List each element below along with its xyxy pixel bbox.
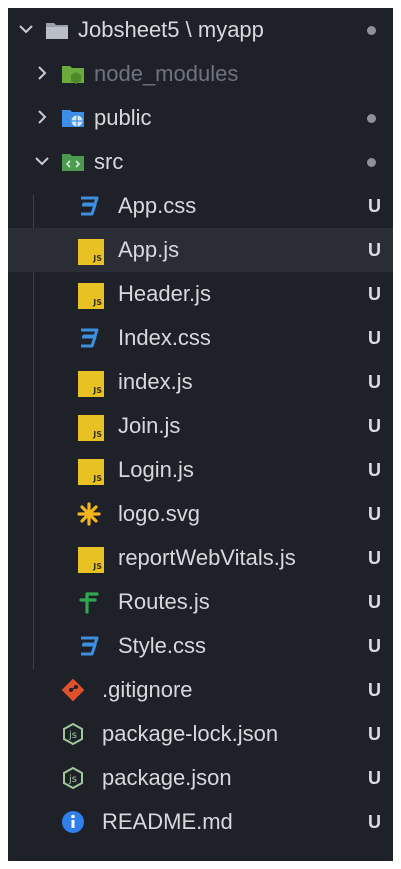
root-folder-row[interactable]: Jobsheet5 \ myapp: [8, 8, 393, 52]
tree-item-label: public: [94, 105, 152, 130]
untracked-status: U: [368, 768, 381, 788]
css-icon: [81, 196, 99, 216]
root-folder-label: Jobsheet5 \ myapp: [78, 17, 264, 42]
tree-item-label: README.md: [102, 809, 233, 834]
tree-item-style-css[interactable]: Style.css U: [8, 624, 393, 668]
tree-item-gitignore[interactable]: .gitignore U: [8, 668, 393, 712]
status-dot: [367, 158, 376, 167]
chevron-right-icon: [38, 66, 47, 80]
npm-json-icon: js: [63, 722, 83, 746]
tree-item-package-lock-json[interactable]: js package-lock.json U: [8, 712, 393, 756]
top-strip: [0, 0, 401, 8]
tree-item-reportwebvitals-js[interactable]: JS reportWebVitals.js U: [8, 536, 393, 580]
tree-item-label: index.js: [118, 369, 193, 394]
tree-item-routes-js[interactable]: Routes.js U: [8, 580, 393, 624]
tree-item-label: logo.svg: [118, 501, 200, 526]
status-dot: [367, 114, 376, 123]
untracked-status: U: [368, 372, 381, 392]
tree-item-login-js[interactable]: JS Login.js U: [8, 448, 393, 492]
untracked-status: U: [368, 680, 381, 700]
tree-item-public[interactable]: public: [8, 96, 393, 140]
tree-item-logo-svg[interactable]: logo.svg U: [8, 492, 393, 536]
svg-text:js: js: [68, 774, 77, 785]
tree-item-label: reportWebVitals.js: [118, 545, 296, 570]
chevron-down-icon: [19, 25, 33, 34]
tree-item-readme-md[interactable]: README.md U: [8, 800, 393, 844]
js-icon: JS: [78, 459, 104, 485]
js-icon: JS: [78, 239, 104, 265]
folder-icon: [46, 23, 68, 39]
tree-item-label: package-lock.json: [102, 721, 279, 746]
npm-json-icon: js: [63, 766, 83, 790]
tree-item-app-js[interactable]: JS App.js U: [8, 228, 393, 272]
file-tree: Jobsheet5 \ myapp node_modules public sr…: [8, 8, 393, 844]
untracked-status: U: [368, 724, 381, 744]
git-icon: [61, 678, 85, 702]
src-folder-icon: [62, 154, 84, 171]
tree-item-label: Join.js: [118, 413, 181, 438]
css-icon: [81, 328, 99, 348]
file-explorer: Jobsheet5 \ myapp node_modules public sr…: [8, 8, 393, 861]
css-icon: [81, 636, 99, 656]
tree-item-label: Style.css: [118, 633, 207, 658]
tree-item-package-json[interactable]: js package.json U: [8, 756, 393, 800]
tree-item-join-js[interactable]: JS Join.js U: [8, 404, 393, 448]
tree-item-app-css[interactable]: App.css U: [8, 184, 393, 228]
chevron-right-icon: [38, 110, 47, 124]
tree-item-src[interactable]: src: [8, 140, 393, 184]
tree-item-index-js[interactable]: JS index.js U: [8, 360, 393, 404]
status-dot: [367, 26, 376, 35]
untracked-status: U: [368, 196, 381, 216]
svg-text:js: js: [68, 730, 77, 741]
tree-item-label: Login.js: [118, 457, 194, 482]
tree-item-header-js[interactable]: JS Header.js U: [8, 272, 393, 316]
tree-item-label: Header.js: [118, 281, 211, 306]
tree-item-label: Index.css: [118, 325, 211, 350]
untracked-status: U: [368, 416, 381, 436]
untracked-status: U: [368, 328, 381, 348]
tree-item-label: App.js: [118, 237, 180, 262]
js-icon: JS: [78, 415, 104, 441]
routes-icon: [79, 592, 99, 614]
node-folder-icon: [62, 66, 84, 84]
untracked-status: U: [368, 284, 381, 304]
info-icon: [62, 811, 84, 833]
tree-item-index-css[interactable]: Index.css U: [8, 316, 393, 360]
tree-item-label: src: [94, 149, 124, 174]
tree-item-label: node_modules: [94, 61, 239, 86]
js-icon: JS: [78, 547, 104, 573]
tree-item-node-modules[interactable]: node_modules: [8, 52, 393, 96]
tree-item-label: package.json: [102, 765, 232, 790]
untracked-status: U: [368, 548, 381, 568]
untracked-status: U: [368, 460, 381, 480]
chevron-down-icon: [35, 157, 49, 166]
tree-item-label: .gitignore: [102, 677, 193, 702]
untracked-status: U: [368, 504, 381, 524]
untracked-status: U: [368, 240, 381, 260]
untracked-status: U: [368, 592, 381, 612]
js-icon: JS: [78, 283, 104, 309]
js-icon: JS: [78, 371, 104, 397]
untracked-status: U: [368, 636, 381, 656]
public-folder-icon: [62, 110, 84, 127]
untracked-status: U: [368, 812, 381, 832]
svg-icon: [77, 502, 101, 526]
tree-item-label: Routes.js: [118, 589, 210, 614]
tree-item-label: App.css: [118, 193, 197, 218]
